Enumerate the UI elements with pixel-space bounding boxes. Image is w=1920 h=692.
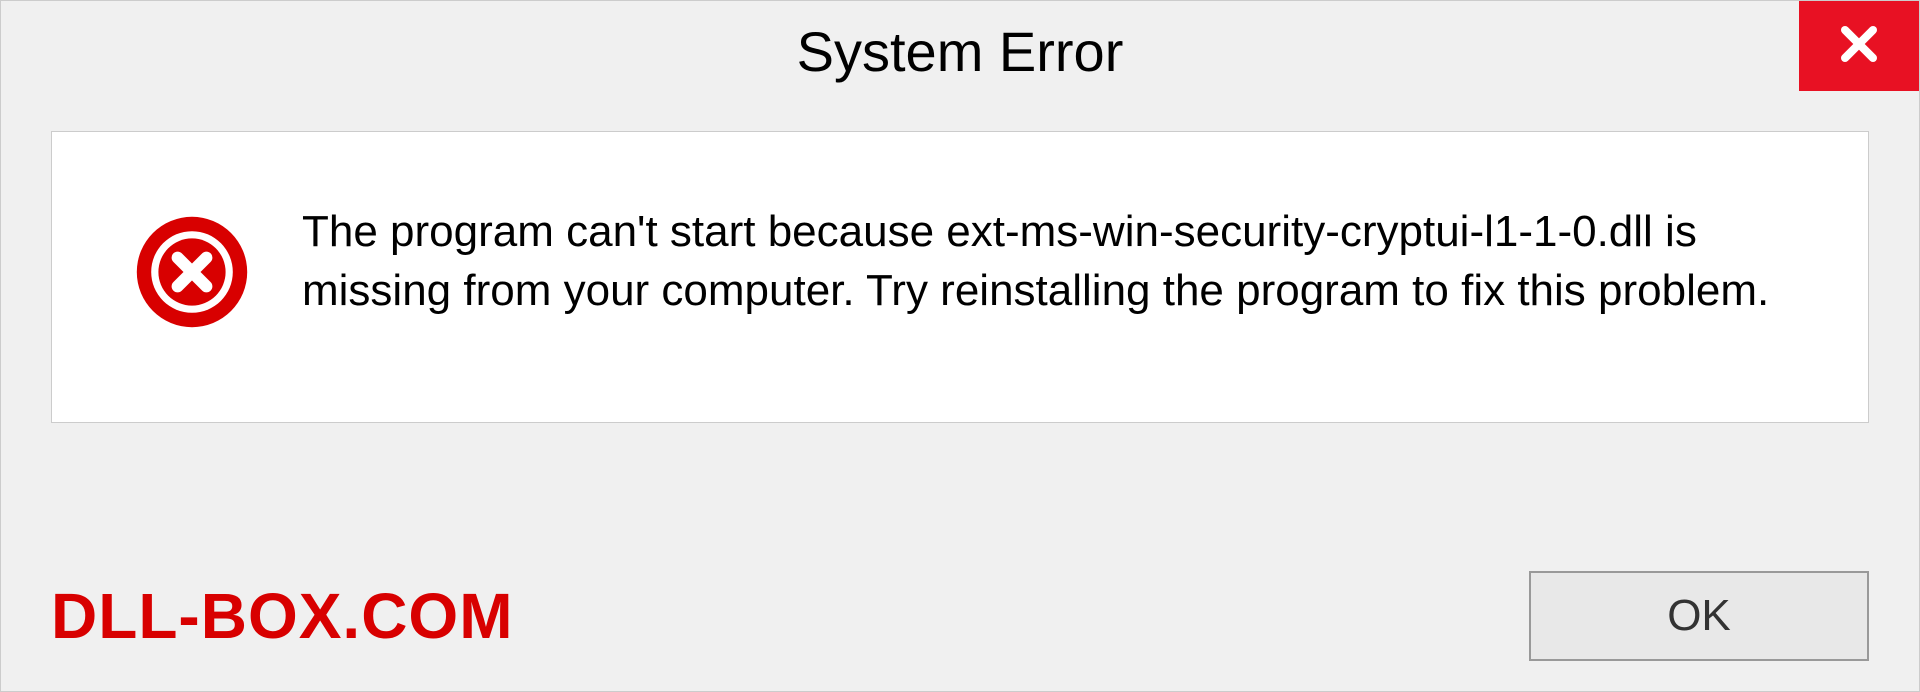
message-panel: The program can't start because ext-ms-w…: [51, 131, 1869, 423]
ok-button[interactable]: OK: [1529, 571, 1869, 661]
ok-button-label: OK: [1667, 591, 1731, 641]
error-icon: [132, 212, 252, 332]
dialog-footer: DLL-BOX.COM OK: [51, 571, 1869, 661]
titlebar: System Error: [1, 1, 1919, 101]
close-button[interactable]: [1799, 1, 1919, 91]
error-message-text: The program can't start because ext-ms-w…: [302, 202, 1788, 321]
close-icon: [1835, 20, 1883, 73]
dialog-title: System Error: [797, 19, 1124, 84]
watermark-text: DLL-BOX.COM: [51, 579, 514, 653]
